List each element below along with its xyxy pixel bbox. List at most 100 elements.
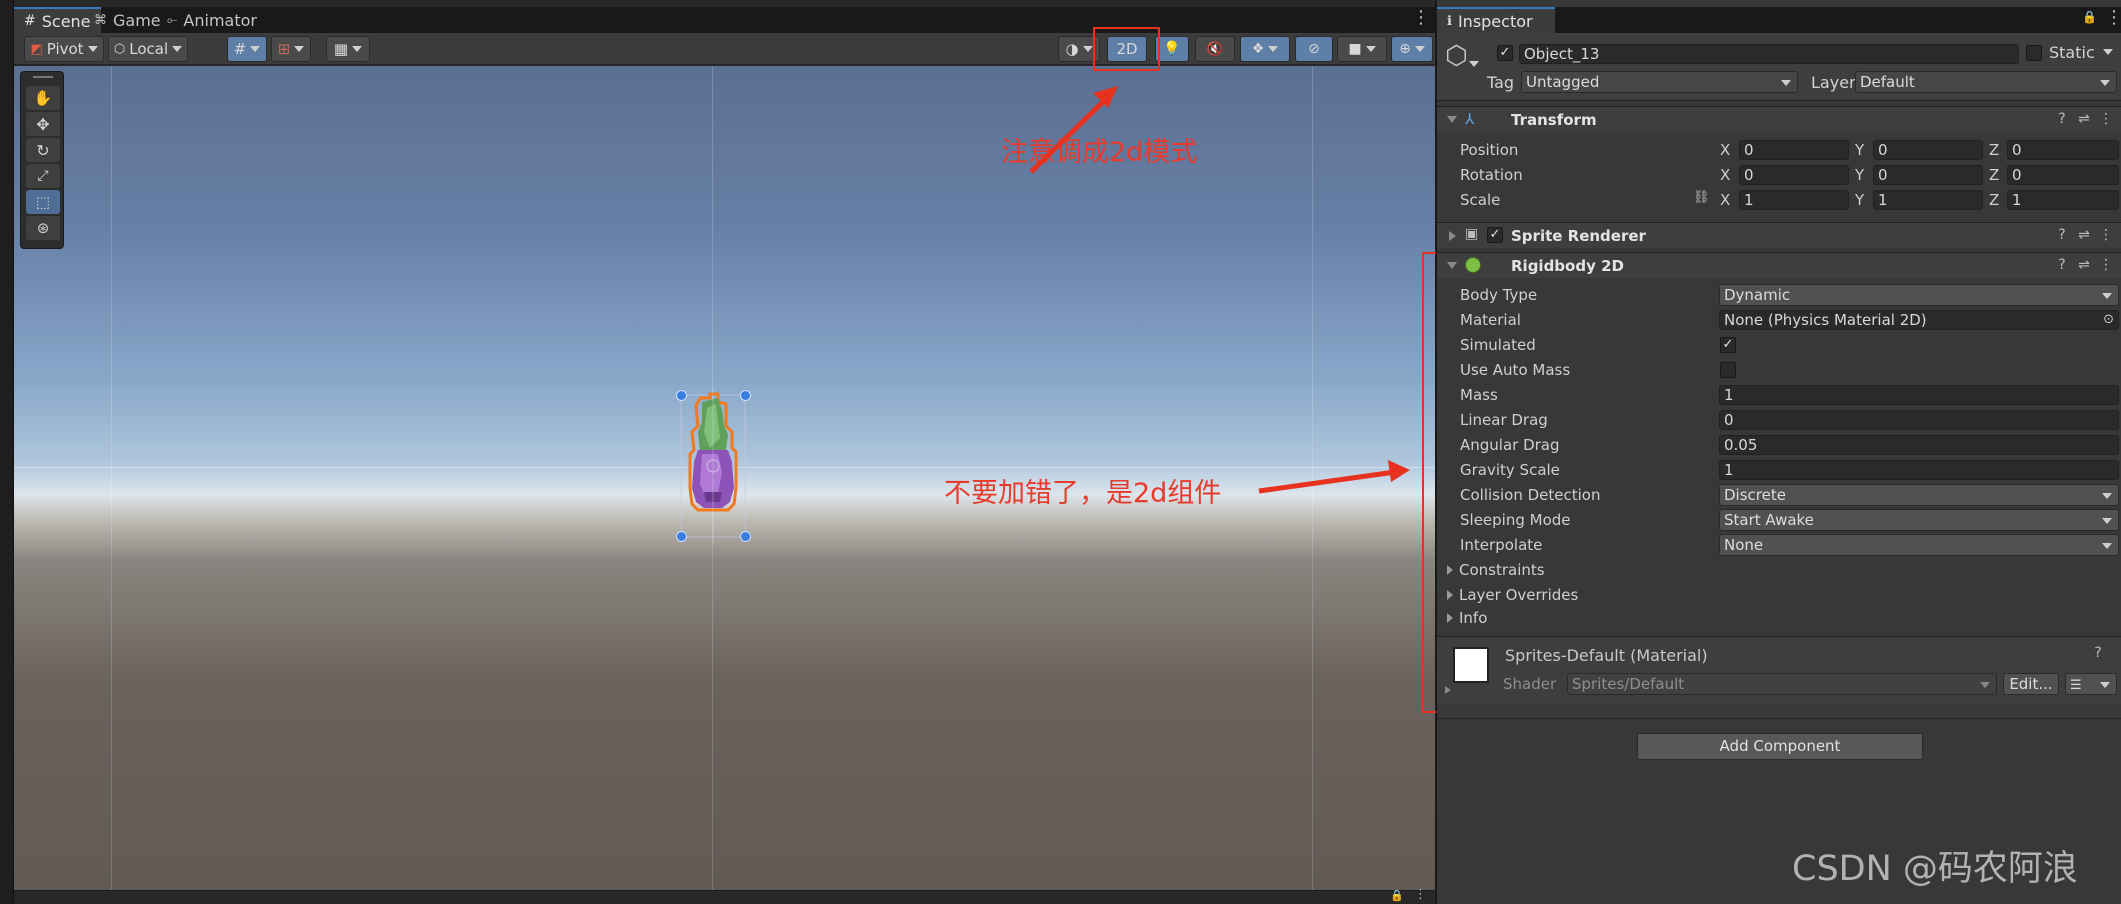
help-icon[interactable]: ?	[2055, 227, 2069, 243]
local-toggle[interactable]: ⬡ Local	[108, 36, 188, 62]
resize-handle-top-right[interactable]	[740, 390, 751, 401]
foldout-closed-icon[interactable]	[1445, 686, 1451, 694]
transform-header[interactable]: ⅄ Transform ? ⇌ ⋮	[1437, 106, 2121, 132]
move-tool-button[interactable]: ✥	[26, 112, 60, 136]
static-checkbox[interactable]	[2026, 45, 2042, 61]
mass-field[interactable]: 1	[1719, 385, 2119, 405]
selected-sprite[interactable]	[674, 388, 752, 544]
object-name-field[interactable]: Object_13	[1519, 44, 2019, 64]
rotation-label: Rotation	[1460, 166, 1523, 184]
chevron-down-icon[interactable]	[1469, 61, 1479, 67]
active-checkbox[interactable]: ✓	[1497, 45, 1513, 61]
effects-toggle[interactable]: ❖	[1240, 36, 1290, 62]
scene-tab-menu-icon[interactable]: ⋮	[1412, 9, 1430, 27]
grid-visibility-button[interactable]: ▦	[326, 36, 370, 62]
component-menu-icon[interactable]: ⋮	[2099, 227, 2113, 243]
sleeping-mode-dropdown[interactable]: Start Awake	[1719, 509, 2119, 531]
add-component-button[interactable]: Add Component	[1637, 733, 1923, 760]
chevron-down-icon	[352, 46, 363, 52]
rotation-x-field[interactable]: 0	[1739, 165, 1849, 185]
tag-value: Untagged	[1526, 73, 1600, 91]
constraints-foldout[interactable]: Constraints	[1447, 561, 1545, 579]
material-name: Sprites-Default (Material)	[1505, 646, 1708, 665]
shader-edit-button[interactable]: Edit...	[2003, 673, 2059, 695]
scale-x-field[interactable]: 1	[1739, 190, 1849, 210]
shader-dropdown[interactable]: Sprites/Default	[1567, 673, 1997, 695]
rotate-tool-button[interactable]: ↻	[26, 138, 60, 162]
palette-grip-icon[interactable]	[33, 76, 53, 78]
lighting-toggle[interactable]: 💡	[1155, 36, 1189, 62]
shader-options-button[interactable]: ☰	[2065, 673, 2117, 695]
rect-tool-button[interactable]: ⬚	[26, 190, 60, 214]
lock-icon[interactable]: 🔒	[1390, 889, 1404, 902]
scene-visibility-toggle[interactable]: ⊘	[1295, 36, 1333, 62]
presets-icon[interactable]: ⇌	[2077, 257, 2091, 273]
transform-tool-button[interactable]: ⊛	[26, 216, 60, 240]
grid-snapping-button[interactable]: #	[227, 36, 267, 62]
help-icon[interactable]: ?	[2091, 645, 2105, 661]
increment-snapping-button[interactable]: ⊞	[271, 36, 311, 62]
info-foldout[interactable]: Info	[1447, 609, 1487, 627]
lock-icon[interactable]: 🔒	[2082, 10, 2097, 24]
static-label: Static	[2049, 43, 2095, 62]
layer-overrides-foldout[interactable]: Layer Overrides	[1447, 586, 1578, 604]
position-y-field[interactable]: 0	[1873, 140, 1983, 160]
gamepad-icon: ⌘	[94, 12, 107, 28]
help-icon[interactable]: ?	[2055, 257, 2069, 273]
component-menu-icon[interactable]: ⋮	[2099, 111, 2113, 127]
hand-tool-button[interactable]: ✋	[26, 86, 60, 110]
foldout-closed-icon[interactable]	[1449, 231, 1456, 241]
sprite-renderer-enabled-checkbox[interactable]: ✓	[1487, 227, 1503, 243]
tag-dropdown[interactable]: Untagged	[1521, 71, 1798, 93]
physics-material-field[interactable]: None (Physics Material 2D) ⊙	[1719, 310, 2119, 330]
resize-handle-bottom-right[interactable]	[740, 531, 751, 542]
gizmos-button[interactable]: ⊕	[1391, 36, 1433, 62]
component-menu-icon[interactable]: ⋮	[2099, 257, 2113, 273]
foldout-closed-icon	[1447, 613, 1453, 623]
layer-dropdown[interactable]: Default	[1855, 71, 2117, 93]
resize-handle-top-left[interactable]	[676, 390, 687, 401]
status-menu-icon[interactable]: ⋮	[1414, 887, 1427, 902]
foldout-closed-icon	[1447, 565, 1453, 575]
position-x-field[interactable]: 0	[1739, 140, 1849, 160]
scene-viewport[interactable]: ✋ ✥ ↻ ⤢ ⬚ ⊛ 注意调成2d模式 不要加错了，是2d组件	[14, 66, 1435, 890]
scale-tool-button[interactable]: ⤢	[26, 164, 60, 188]
annotation-2d-component-note: 不要加错了，是2d组件	[944, 478, 1222, 509]
tab-animator[interactable]: ⟜ Animator	[157, 7, 267, 33]
presets-icon[interactable]: ⇌	[2077, 227, 2091, 243]
linear-drag-field[interactable]: 0	[1719, 410, 2119, 430]
foldout-open-icon[interactable]	[1447, 116, 1457, 123]
body-type-dropdown[interactable]: Dynamic	[1719, 284, 2119, 306]
inspector-menu-icon[interactable]: ⋮	[2105, 9, 2121, 27]
pivot-toggle[interactable]: ◩ Pivot	[24, 36, 104, 62]
simulated-checkbox[interactable]: ✓	[1720, 337, 1736, 353]
object-picker-icon[interactable]: ⊙	[2103, 311, 2114, 329]
rigidbody2d-header[interactable]: Rigidbody 2D ? ⇌ ⋮	[1437, 252, 2121, 278]
constrain-proportions-icon[interactable]: ⛓	[1693, 190, 1710, 205]
camera-settings-button[interactable]: ■	[1337, 36, 1387, 62]
presets-icon[interactable]: ⇌	[2077, 111, 2091, 127]
scene-toolbar: ◩ Pivot ⬡ Local # ⊞ ▦ ◑ 2D 💡 🔇 ❖ ⊘ ■ ⊕	[14, 33, 1435, 65]
scene-tab-bar: # Scene ⌘ Game ⟜ Animator ⋮	[14, 7, 1435, 33]
resize-handle-bottom-left[interactable]	[676, 531, 687, 542]
help-icon[interactable]: ?	[2055, 111, 2069, 127]
axis-y-label: Y	[1855, 166, 1865, 184]
tab-inspector[interactable]: ℹ Inspector	[1437, 7, 1555, 33]
audio-toggle[interactable]: 🔇	[1195, 36, 1235, 62]
angular-drag-field[interactable]: 0.05	[1719, 435, 2119, 455]
interpolate-dropdown[interactable]: None	[1719, 534, 2119, 556]
rotation-z-field[interactable]: 0	[2007, 165, 2119, 185]
sprite-renderer-header[interactable]: ▣ ✓ Sprite Renderer ? ⇌ ⋮	[1437, 222, 2121, 248]
foldout-open-icon[interactable]	[1447, 262, 1457, 269]
scene-window: # Scene ⌘ Game ⟜ Animator ⋮ ◩ Pivot ⬡ Lo…	[14, 0, 1435, 904]
scale-z-field[interactable]: 1	[2007, 190, 2119, 210]
info-icon: ℹ	[1447, 13, 1452, 29]
collision-detection-dropdown[interactable]: Discrete	[1719, 484, 2119, 506]
gravity-scale-field[interactable]: 1	[1719, 460, 2119, 480]
rotation-y-field[interactable]: 0	[1873, 165, 1983, 185]
use-auto-mass-checkbox[interactable]	[1720, 362, 1736, 378]
material-preview-swatch[interactable]	[1453, 647, 1489, 683]
position-z-field[interactable]: 0	[2007, 140, 2119, 160]
scale-y-field[interactable]: 1	[1873, 190, 1983, 210]
chevron-down-icon[interactable]	[2103, 49, 2113, 55]
